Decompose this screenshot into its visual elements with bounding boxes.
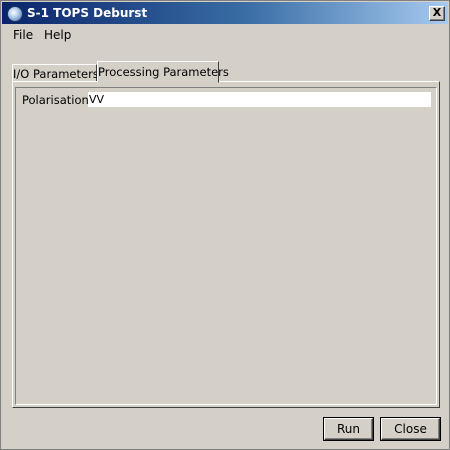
window-title: S-1 TOPS Deburst	[27, 6, 148, 20]
menu-bar: File Help	[2, 25, 448, 45]
tab-io-parameters[interactable]: I/O Parameters	[12, 64, 99, 82]
parameters-group: Polarisations: VV	[15, 87, 437, 405]
tab-processing-parameters[interactable]: Processing Parameters	[97, 61, 229, 83]
polarisations-list[interactable]: VV	[88, 92, 431, 107]
globe-icon	[7, 6, 23, 22]
processing-parameters-panel: Polarisations: VV	[12, 81, 440, 408]
run-button[interactable]: Run	[324, 418, 373, 440]
menu-file[interactable]: File	[13, 28, 33, 42]
title-bar[interactable]: S-1 TOPS Deburst X	[2, 2, 448, 24]
app-window: S-1 TOPS Deburst X File Help I/O Paramet…	[0, 0, 450, 450]
menu-help[interactable]: Help	[44, 28, 71, 42]
close-icon[interactable]: X	[429, 6, 445, 21]
close-button[interactable]: Close	[381, 418, 440, 440]
